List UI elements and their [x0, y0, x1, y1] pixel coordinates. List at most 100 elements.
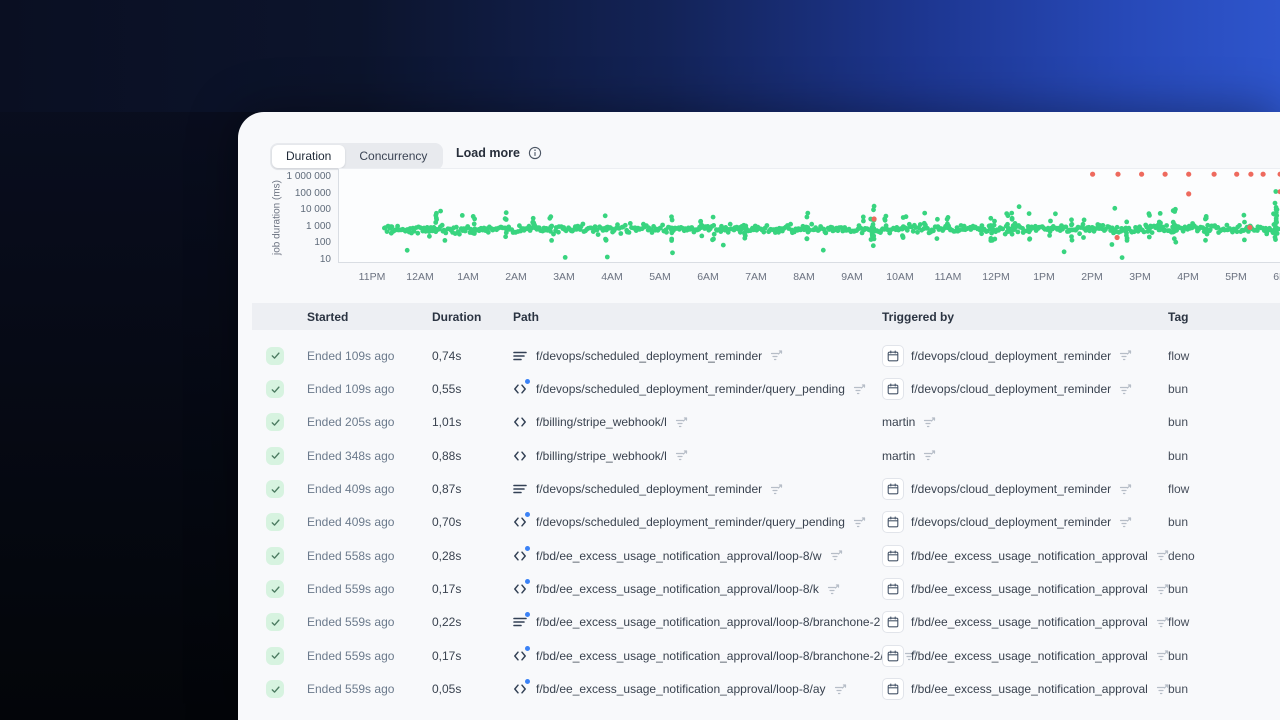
filter-icon[interactable]: [1156, 583, 1169, 596]
duration-cell: 0,88s: [432, 448, 462, 463]
cache-dot-icon: [525, 579, 530, 585]
schedule-icon: [882, 478, 904, 501]
path-cell: f/billing/stripe_webhook/l: [513, 449, 688, 463]
success-check-icon: [266, 346, 284, 365]
path-link[interactable]: f/devops/scheduled_deployment_reminder: [536, 349, 762, 363]
triggered-by-cell: f/devops/cloud_deployment_reminder: [882, 511, 1132, 534]
filter-icon[interactable]: [1156, 683, 1169, 696]
triggered-by-label: f/devops/cloud_deployment_reminder: [911, 482, 1112, 497]
success-check-icon: [266, 446, 284, 465]
table-row[interactable]: Ended 109s ago 0,74s f/devops/scheduled_…: [252, 339, 1280, 372]
success-check-icon: [266, 580, 284, 599]
runs-panel: Duration Concurrency Load more job durat…: [238, 112, 1280, 720]
success-check-icon: [266, 646, 284, 665]
triggered-by-cell: f/bd/ee_excess_usage_notification_approv…: [882, 611, 1169, 634]
path-cell: f/billing/stripe_webhook/l: [513, 415, 688, 429]
filter-icon[interactable]: [827, 583, 840, 596]
triggered-by-cell: f/bd/ee_excess_usage_notification_approv…: [882, 544, 1169, 567]
page-background: Duration Concurrency Load more job durat…: [0, 0, 1280, 720]
duration-cell: 0,05s: [432, 682, 462, 697]
path-link[interactable]: f/bd/ee_excess_usage_notification_approv…: [536, 549, 822, 563]
filter-icon[interactable]: [1119, 349, 1132, 362]
triggered-by-cell: f/bd/ee_excess_usage_notification_approv…: [882, 644, 1169, 667]
started-cell: Ended 559s ago: [307, 682, 395, 697]
filter-icon[interactable]: [1156, 616, 1169, 629]
script-icon: [513, 512, 530, 529]
info-icon[interactable]: [528, 146, 542, 160]
path-link[interactable]: f/devops/scheduled_deployment_reminder/q…: [536, 382, 845, 396]
table-row[interactable]: Ended 409s ago 0,87s f/devops/scheduled_…: [252, 472, 1280, 505]
triggered-by-label: martin: [882, 448, 916, 463]
path-cell: f/bd/ee_excess_usage_notification_approv…: [513, 645, 917, 663]
path-link[interactable]: f/devops/scheduled_deployment_reminder/q…: [536, 515, 845, 529]
filter-icon[interactable]: [770, 349, 783, 362]
table-row[interactable]: Ended 205s ago 1,01s f/billing/stripe_we…: [252, 406, 1280, 439]
triggered-by-label: f/bd/ee_excess_usage_notification_approv…: [911, 615, 1148, 630]
table-row[interactable]: Ended 558s ago 0,28s f/bd/ee_excess_usag…: [252, 539, 1280, 572]
table-row[interactable]: Ended 559s ago 0,22s f/bd/ee_excess_usag…: [252, 606, 1280, 639]
y-tick-label: 1 000: [305, 220, 331, 232]
y-axis-label: job duration (ms): [271, 179, 283, 256]
path-link[interactable]: f/devops/scheduled_deployment_reminder: [536, 482, 762, 496]
tag-cell: flow: [1168, 348, 1190, 363]
filter-icon[interactable]: [675, 449, 688, 462]
tag-cell: bun: [1168, 648, 1189, 663]
path-link[interactable]: f/bd/ee_excess_usage_notification_approv…: [536, 649, 896, 663]
filter-icon[interactable]: [1119, 483, 1132, 496]
triggered-by-label: martin: [882, 415, 916, 430]
table-row[interactable]: Ended 559s ago 0,17s f/bd/ee_excess_usag…: [252, 572, 1280, 605]
cache-dot-icon: [525, 545, 530, 551]
path-cell: f/devops/scheduled_deployment_reminder: [513, 482, 783, 496]
table-row[interactable]: Ended 348s ago 0,88s f/billing/stripe_we…: [252, 439, 1280, 472]
path-link[interactable]: f/billing/stripe_webhook/l: [536, 449, 667, 463]
script-icon: [513, 579, 530, 596]
schedule-icon: [882, 678, 904, 701]
filter-icon[interactable]: [834, 683, 847, 696]
success-check-icon: [266, 513, 284, 532]
table-row[interactable]: Ended 109s ago 0,55s f/devops/scheduled_…: [252, 372, 1280, 405]
filter-icon[interactable]: [923, 416, 936, 429]
filter-icon[interactable]: [853, 383, 866, 396]
cache-dot-icon: [525, 612, 530, 618]
table-row[interactable]: Ended 409s ago 0,70s f/devops/scheduled_…: [252, 506, 1280, 539]
flow-icon: [513, 349, 527, 363]
schedule-icon: [882, 578, 904, 601]
tab-concurrency[interactable]: Concurrency: [345, 145, 441, 168]
duration-cell: 0,17s: [432, 648, 462, 663]
started-cell: Ended 348s ago: [307, 448, 395, 463]
filter-icon[interactable]: [853, 516, 866, 529]
path-cell: f/devops/scheduled_deployment_reminder/q…: [513, 512, 866, 529]
filter-icon[interactable]: [1156, 549, 1169, 562]
duration-cell: 0,28s: [432, 548, 462, 563]
script-icon: [513, 449, 527, 463]
tab-duration[interactable]: Duration: [272, 145, 346, 168]
success-check-icon: [266, 380, 284, 399]
path-link[interactable]: f/bd/ee_excess_usage_notification_approv…: [536, 615, 880, 629]
filter-icon[interactable]: [675, 416, 688, 429]
tag-cell: deno: [1168, 548, 1195, 563]
load-more-button[interactable]: Load more: [456, 146, 520, 160]
table-row[interactable]: Ended 559s ago 0,17s f/bd/ee_excess_usag…: [252, 639, 1280, 672]
header-started: Started: [307, 310, 349, 324]
path-link[interactable]: f/bd/ee_excess_usage_notification_approv…: [536, 682, 826, 696]
filter-icon[interactable]: [830, 549, 843, 562]
script-icon: [513, 545, 530, 563]
path-link[interactable]: f/bd/ee_excess_usage_notification_approv…: [536, 582, 819, 596]
filter-icon[interactable]: [1156, 649, 1169, 662]
schedule-icon: [882, 544, 904, 567]
filter-icon[interactable]: [1119, 516, 1132, 529]
duration-cell: 0,87s: [432, 482, 462, 497]
table-row[interactable]: Ended 559s ago 0,05s f/bd/ee_excess_usag…: [252, 672, 1280, 705]
filter-icon[interactable]: [1119, 383, 1132, 396]
filter-icon[interactable]: [923, 449, 936, 462]
path-cell: f/bd/ee_excess_usage_notification_approv…: [513, 612, 901, 629]
filter-icon[interactable]: [770, 483, 783, 496]
flow-icon: [513, 482, 527, 496]
started-cell: Ended 559s ago: [307, 582, 395, 597]
triggered-by-label: f/bd/ee_excess_usage_notification_approv…: [911, 548, 1148, 563]
path-link[interactable]: f/billing/stripe_webhook/l: [536, 415, 667, 429]
duration-cell: 0,17s: [432, 582, 462, 597]
chart-plot-area: [338, 168, 1280, 263]
triggered-by-label: f/devops/cloud_deployment_reminder: [911, 348, 1112, 363]
cache-dot-icon: [525, 379, 530, 385]
